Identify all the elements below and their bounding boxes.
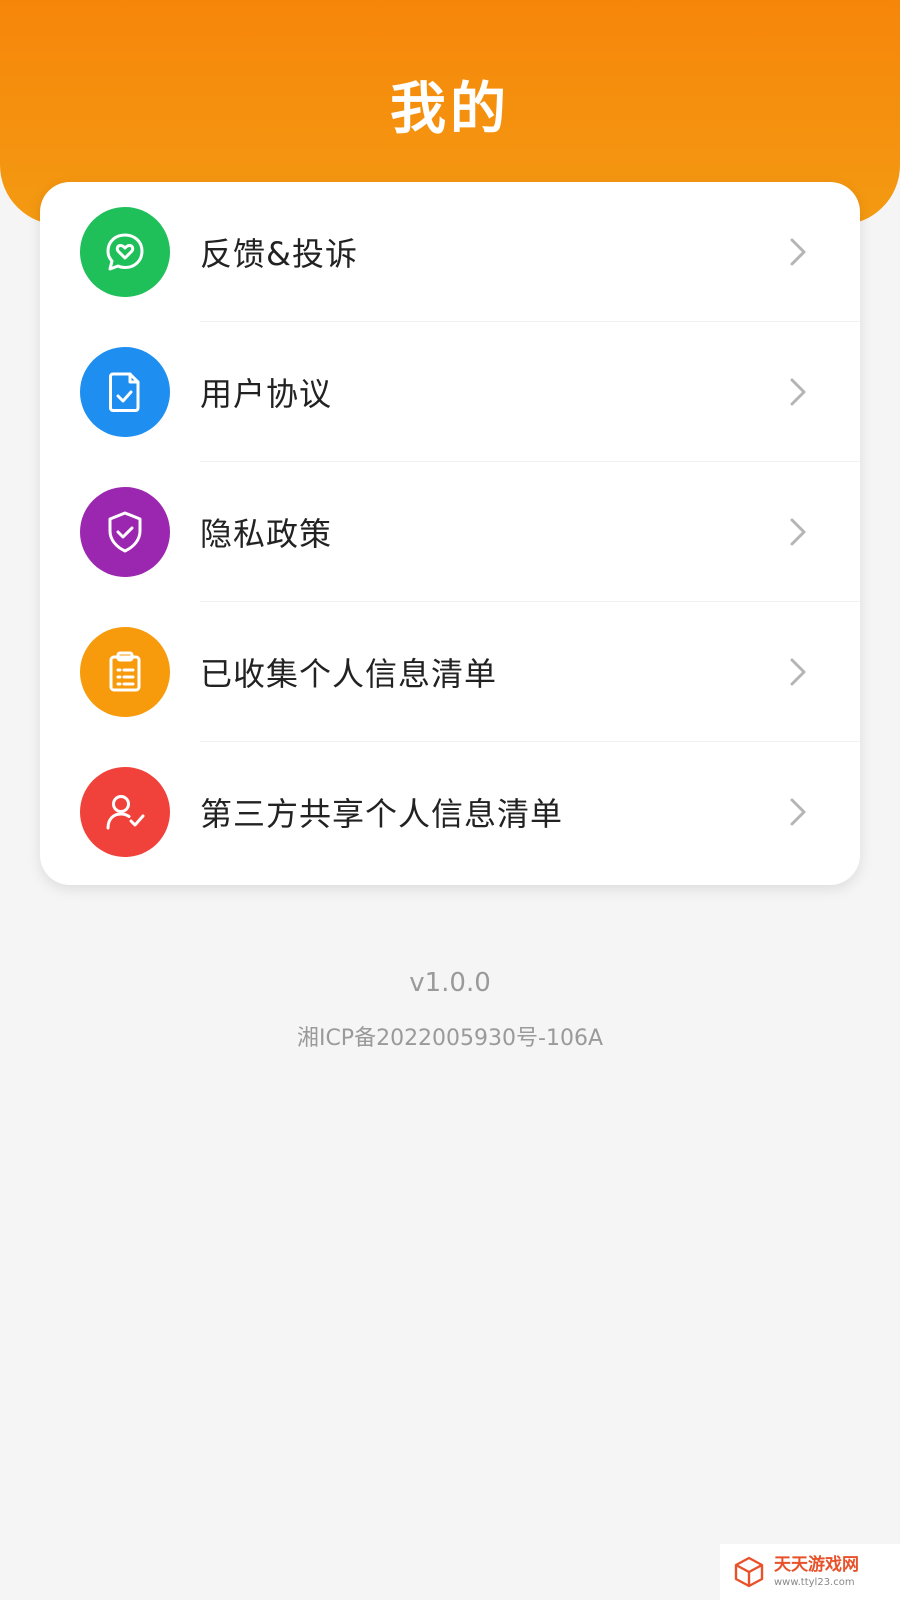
menu-item-label: 第三方共享个人信息清单 (200, 795, 564, 833)
menu-item-feedback[interactable]: 反馈&投诉 (40, 182, 860, 322)
menu-item-label: 隐私政策 (200, 515, 333, 553)
menu-item-collected-info-list[interactable]: 已收集个人信息清单 (40, 602, 860, 742)
menu-card: 反馈&投诉 用户协议 隐私政策 已收集个人信息清单 第三方共享个人信息清单 (40, 182, 860, 885)
user-check-icon (80, 767, 170, 857)
clipboard-list-icon (80, 627, 170, 717)
chevron-right-icon (786, 514, 810, 550)
cube-logo-icon (734, 1556, 764, 1588)
profile-page: 我的 反馈&投诉 用户协议 隐私政策 已收集个人信息清单 第三方共享个人信息清单… (0, 0, 900, 1600)
shield-check-icon (80, 487, 170, 577)
menu-item-label: 用户协议 (200, 375, 333, 413)
menu-item-privacy-policy[interactable]: 隐私政策 (40, 462, 860, 602)
site-watermark: 天天游戏网 www.ttyl23.com (720, 1544, 900, 1600)
menu-item-third-party-sharing-list[interactable]: 第三方共享个人信息清单 (40, 742, 860, 882)
chevron-right-icon (786, 374, 810, 410)
chevron-right-icon (786, 234, 810, 270)
page-title: 我的 (390, 77, 510, 142)
app-version: v1.0.0 (409, 968, 491, 998)
watermark-title: 天天游戏网 (774, 1554, 859, 1575)
document-check-icon (80, 347, 170, 437)
watermark-url: www.ttyl23.com (774, 1576, 855, 1588)
menu-item-user-agreement[interactable]: 用户协议 (40, 322, 860, 462)
chevron-right-icon (786, 654, 810, 690)
chevron-right-icon (786, 794, 810, 830)
menu-item-label: 反馈&投诉 (200, 235, 358, 273)
icp-license: 湘ICP备2022005930号-106A (296, 1026, 604, 1051)
heart-chat-icon (80, 207, 170, 297)
menu-item-label: 已收集个人信息清单 (200, 655, 498, 693)
